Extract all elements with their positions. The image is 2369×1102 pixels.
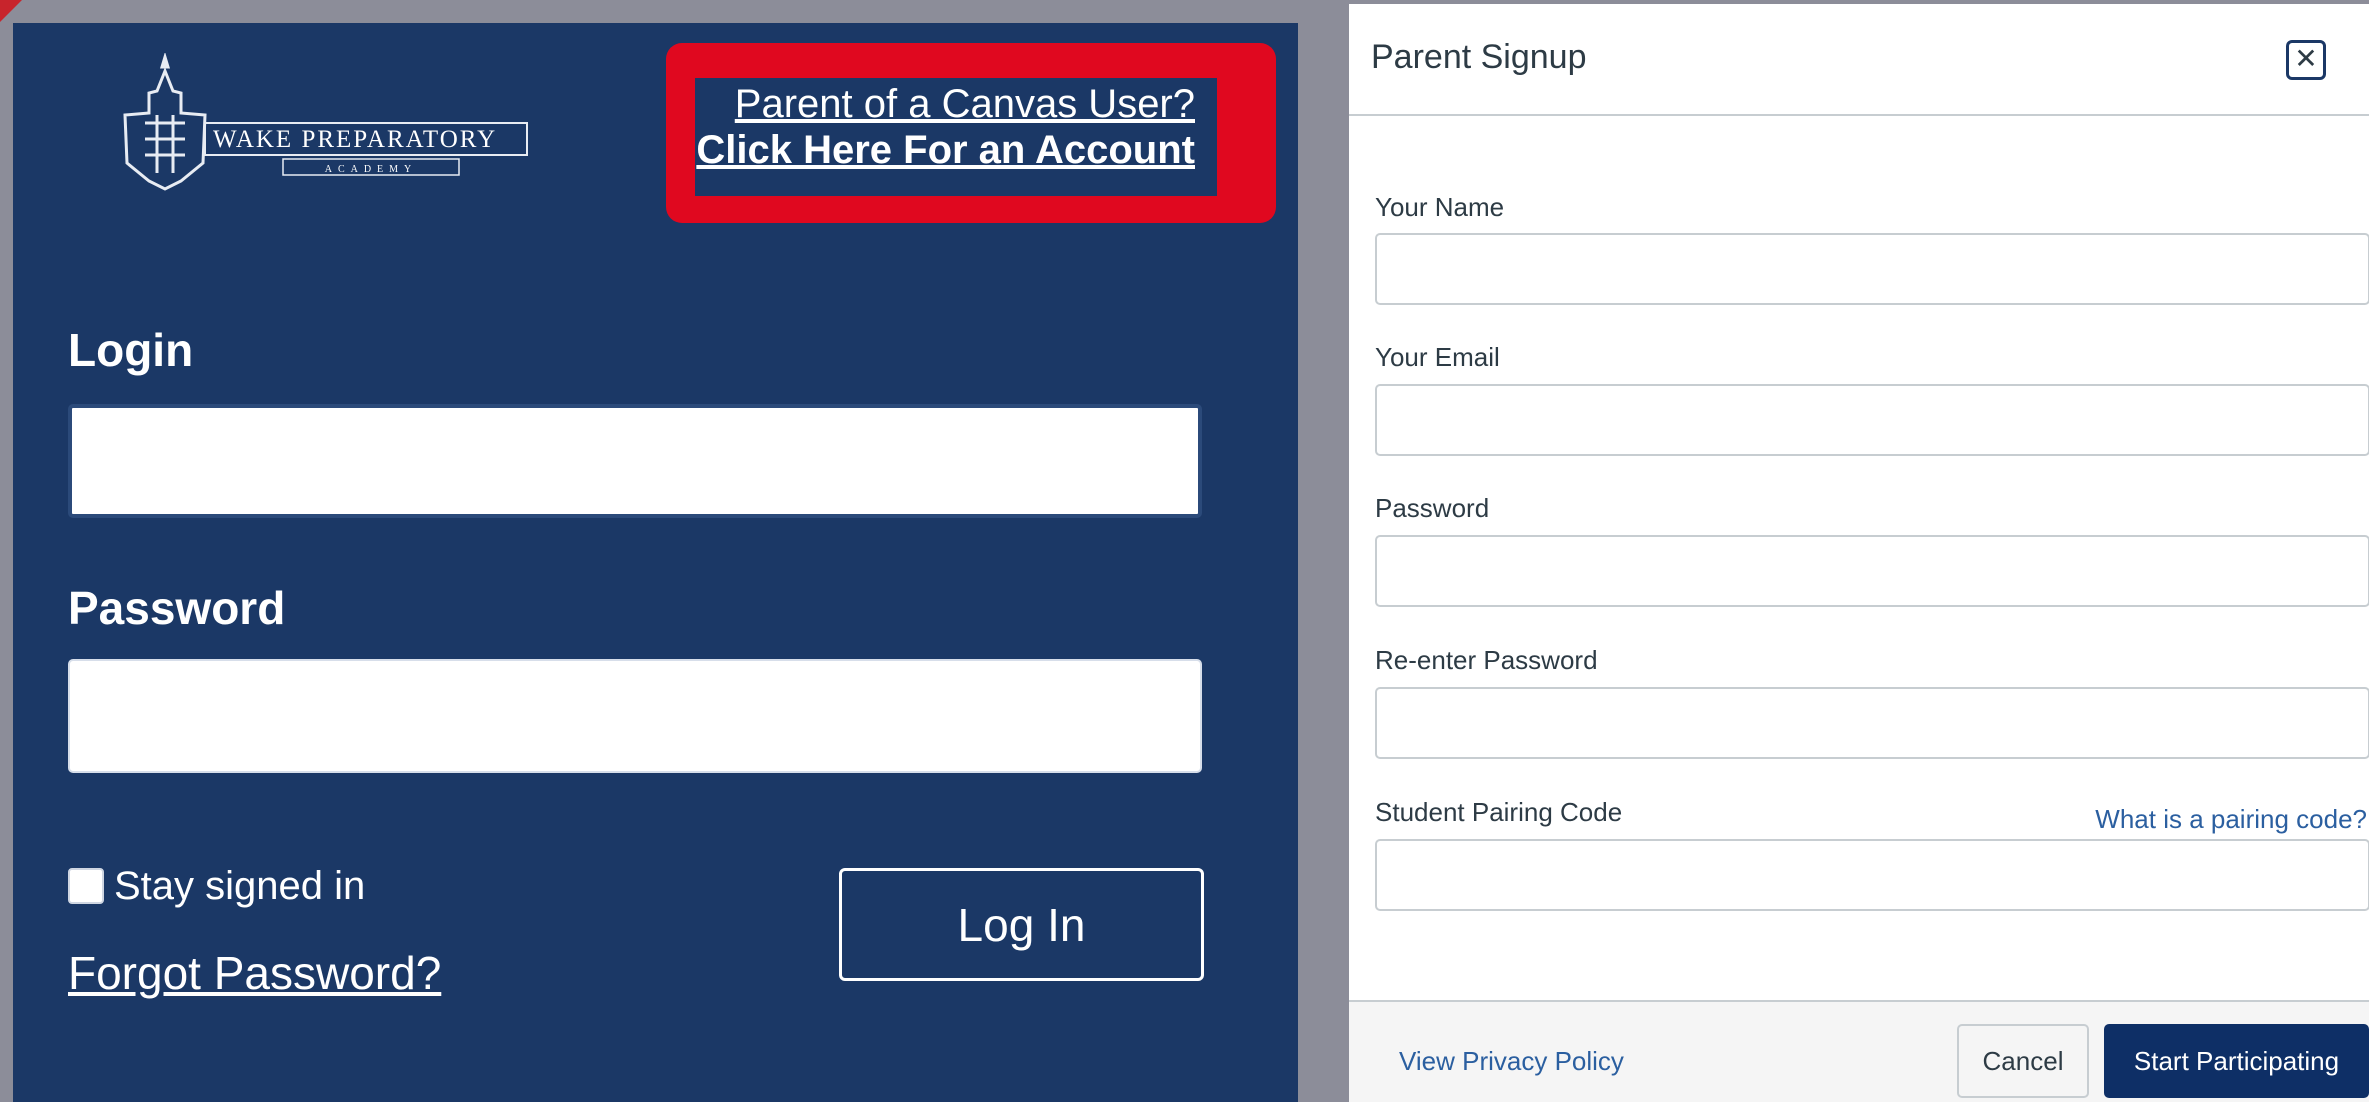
student-pairing-code-input[interactable]: [1375, 839, 2369, 911]
what-is-pairing-code-link[interactable]: What is a pairing code?: [2095, 804, 2367, 835]
dialog-footer: View Privacy Policy Cancel Start Partici…: [1349, 1000, 2369, 1102]
dialog-header: Parent Signup ✕: [1349, 4, 2369, 116]
parent-signup-highlight: Parent of a Canvas User? Click Here For …: [666, 43, 1276, 223]
parent-signup-dialog: Parent Signup ✕ Your Name Your Email Pas…: [1349, 4, 2369, 1102]
your-name-input[interactable]: [1375, 233, 2369, 305]
your-email-input[interactable]: [1375, 384, 2369, 456]
stay-signed-in-label: Stay signed in: [114, 863, 366, 908]
login-input[interactable]: [68, 404, 1202, 518]
login-label: Login: [68, 324, 194, 376]
start-participating-button[interactable]: Start Participating: [2104, 1024, 2369, 1098]
password-input[interactable]: [68, 659, 1202, 773]
view-privacy-policy-link[interactable]: View Privacy Policy: [1399, 1046, 1624, 1077]
click-here-for-account-link[interactable]: Click Here For an Account: [696, 128, 1195, 173]
close-icon[interactable]: ✕: [2286, 40, 2326, 80]
your-name-label: Your Name: [1375, 192, 1505, 222]
login-panel: WAKE PREPARATORY ACADEMY Parent of a Can…: [13, 23, 1298, 1102]
password-label: Password: [68, 582, 286, 634]
logo-subtext: ACADEMY: [325, 164, 418, 175]
student-pairing-code-label: Student Pairing Code: [1375, 797, 1623, 827]
reenter-password-input[interactable]: [1375, 687, 2369, 759]
cancel-button[interactable]: Cancel: [1957, 1024, 2089, 1098]
parent-of-canvas-user-link[interactable]: Parent of a Canvas User?: [735, 82, 1195, 127]
dialog-title: Parent Signup: [1371, 38, 1587, 76]
reenter-password-label: Re-enter Password: [1375, 645, 1598, 675]
logo-text: WAKE PREPARATORY: [213, 126, 497, 153]
your-email-label: Your Email: [1375, 342, 1500, 372]
parent-signup-link-area[interactable]: Parent of a Canvas User? Click Here For …: [695, 78, 1217, 196]
stay-signed-in[interactable]: Stay signed in: [68, 863, 365, 909]
crest-icon: [123, 53, 207, 191]
stay-signed-in-checkbox[interactable]: [68, 868, 104, 904]
school-logo: WAKE PREPARATORY ACADEMY: [123, 53, 528, 191]
signup-password-input[interactable]: [1375, 535, 2369, 607]
password-label: Password: [1375, 493, 1490, 523]
corner-marker: [0, 0, 22, 22]
forgot-password-link[interactable]: Forgot Password?: [68, 946, 441, 1000]
log-in-button[interactable]: Log In: [839, 868, 1204, 981]
